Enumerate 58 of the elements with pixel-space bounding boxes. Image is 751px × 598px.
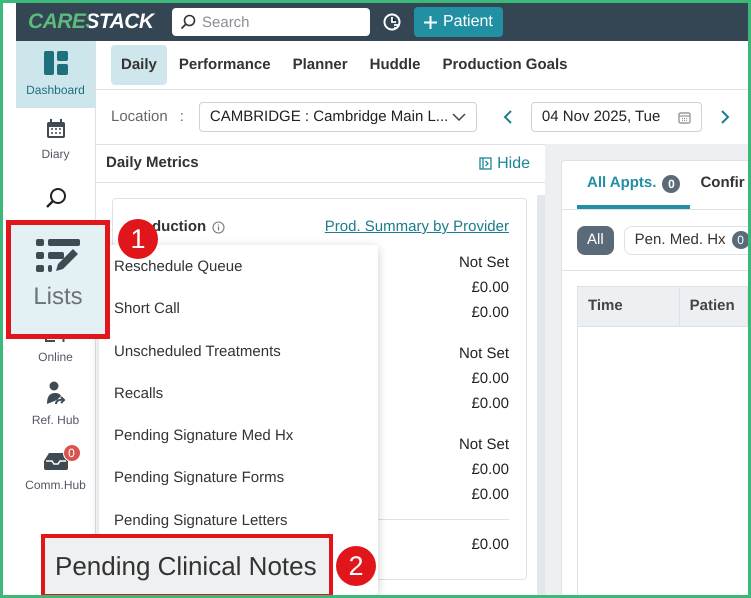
value-text: Not Set — [458, 436, 509, 454]
date-field[interactable]: 04 Nov 2025, Tue — [530, 102, 702, 132]
panel-title: Daily Metrics — [106, 153, 199, 174]
value-text: £0.00 — [471, 278, 509, 296]
hide-link[interactable]: Hide — [479, 152, 530, 176]
menu-item[interactable]: Short Call — [114, 300, 378, 318]
person-icon — [46, 380, 66, 404]
new-patient-button[interactable]: Patient — [414, 7, 503, 37]
menu-item[interactable]: Recalls — [114, 384, 378, 403]
search-field[interactable]: Search — [172, 8, 370, 36]
value-text: £0.00 — [471, 486, 509, 504]
count-badge: 0 — [732, 231, 748, 249]
value-text: £0.00 — [471, 534, 509, 554]
location-dropdown[interactable]: CAMBRIDGE : Cambridge Main L... — [198, 102, 477, 132]
filter-chip[interactable]: Pen. Med. Hx 0 — [624, 226, 748, 254]
sidebar-item[interactable]: Dashboard — [16, 41, 95, 108]
clinical-notes-callout[interactable]: Pending Clinical Notes — [41, 534, 333, 595]
separator: : — [180, 106, 184, 127]
list-edit-icon — [36, 239, 80, 273]
next-icon[interactable] — [720, 110, 730, 124]
info-icon — [212, 220, 226, 234]
count-badge: 0 — [62, 444, 80, 462]
menu-item[interactable]: Reschedule Queue — [114, 258, 378, 276]
location-label: Location — [111, 106, 168, 127]
collapse-icon — [479, 157, 492, 170]
tab[interactable]: Performance — [168, 45, 281, 85]
chevron-down-icon — [452, 113, 466, 121]
tab[interactable]: Production Goals — [432, 45, 578, 85]
clock-icon[interactable] — [382, 12, 402, 32]
column-header: Time — [578, 287, 680, 327]
dashboard-icon — [44, 50, 68, 74]
value-text: £0.00 — [471, 304, 509, 322]
tab[interactable]: Confir — [690, 162, 748, 209]
menu-item[interactable]: Unscheduled Treatments — [114, 342, 378, 361]
inbox-icon — [44, 452, 68, 470]
tab[interactable]: Planner — [282, 45, 358, 85]
value-text: Not Set — [458, 344, 509, 362]
search-icon — [180, 14, 196, 30]
tab[interactable]: Daily — [111, 45, 167, 85]
tab[interactable]: Huddle — [360, 45, 430, 85]
value-text: £0.00 — [471, 460, 509, 478]
plus-icon — [424, 16, 437, 28]
value-text: £0.00 — [471, 394, 509, 412]
column-header: Patien — [680, 287, 748, 327]
summary-link[interactable]: Prod. Summary by Provider — [324, 216, 509, 238]
filter-chip[interactable]: All — [577, 226, 614, 254]
menu-item[interactable]: Pending Signature Forms — [114, 469, 378, 488]
value-text: Not Set — [458, 254, 509, 272]
menu-item[interactable]: Pending Signature Med Hx — [114, 427, 378, 446]
count-badge: 0 — [662, 174, 680, 192]
tab[interactable]: All Appts. 0 — [577, 162, 690, 209]
calendar-icon — [46, 118, 66, 138]
previous-icon[interactable] — [502, 110, 512, 124]
calendar-icon — [678, 110, 691, 124]
menu-item[interactable]: Pending Signature Letters — [114, 512, 378, 530]
value-text: £0.00 — [471, 370, 509, 388]
search-icon — [44, 187, 66, 209]
lists-label[interactable]: Lists — [33, 279, 83, 315]
